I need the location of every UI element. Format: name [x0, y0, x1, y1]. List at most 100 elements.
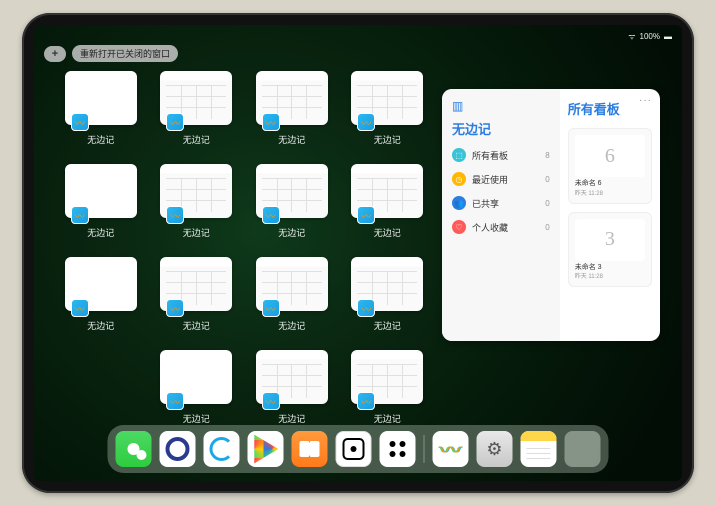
dock-app-clover[interactable]	[380, 431, 416, 467]
freeform-app-icon	[166, 113, 184, 131]
window-thumbnail[interactable]	[65, 257, 137, 311]
sidebar-item-count: 8	[545, 151, 549, 160]
dock-app-settings[interactable]: ⚙	[477, 431, 513, 467]
sidebar-item-icon: ◷	[452, 172, 466, 186]
switcher-cell[interactable]: 无边记	[351, 71, 425, 146]
window-label: 无边记	[87, 226, 114, 239]
freeform-app-icon	[262, 206, 280, 224]
window-label: 无边记	[374, 412, 401, 425]
board-thumbnail: 6	[575, 135, 645, 177]
dock: ⚙	[108, 425, 609, 473]
window-label: 无边记	[183, 319, 210, 332]
freeform-boards-panel: 所有看板 6 未命名 6 昨天 11:283 未命名 3 昨天 11:28	[560, 89, 660, 341]
switcher-cell[interactable]: 无边记	[64, 71, 138, 146]
dock-app-dot[interactable]	[336, 431, 372, 467]
sidebar-toggle-icon[interactable]: ▥	[452, 99, 550, 113]
window-label: 无边记	[278, 226, 305, 239]
switcher-cell[interactable]: 无边记	[160, 71, 234, 146]
window-thumbnail[interactable]	[256, 71, 328, 125]
freeform-app-icon	[262, 299, 280, 317]
board-card[interactable]: 6 未命名 6 昨天 11:28	[568, 128, 652, 204]
top-bar: + 重新打开已关闭的窗口	[44, 45, 178, 62]
freeform-app-icon	[357, 206, 375, 224]
sidebar-item-icon: ⬚	[452, 148, 466, 162]
board-name: 未命名 6	[575, 180, 645, 188]
sidebar-item-label: 已共享	[472, 197, 539, 210]
reopen-closed-window-button[interactable]: 重新打开已关闭的窗口	[72, 45, 178, 62]
switcher-cell[interactable]: 无边记	[255, 350, 329, 425]
board-time: 昨天 11:28	[575, 271, 645, 280]
window-thumbnail[interactable]	[160, 164, 232, 218]
window-thumbnail[interactable]	[256, 164, 328, 218]
dock-app-quark[interactable]	[160, 431, 196, 467]
dock-app-multi[interactable]	[565, 431, 601, 467]
sidebar-item[interactable]: ♡ 个人收藏 0	[452, 220, 550, 234]
freeform-app-icon	[166, 299, 184, 317]
window-thumbnail[interactable]	[160, 257, 232, 311]
window-thumbnail[interactable]	[351, 350, 423, 404]
window-thumbnail[interactable]	[256, 350, 328, 404]
window-thumbnail[interactable]	[65, 164, 137, 218]
sidebar-item-label: 所有看板	[472, 149, 539, 162]
switcher-cell[interactable]: 无边记	[160, 257, 234, 332]
battery-icon: ▬	[664, 32, 672, 41]
more-icon[interactable]: ···	[639, 95, 652, 106]
switcher-cell[interactable]: 无边记	[351, 164, 425, 239]
status-bar: ᯤ 100% ▬	[34, 29, 682, 43]
switcher-cell[interactable]: 无边记	[160, 350, 234, 425]
window-label: 无边记	[278, 319, 305, 332]
freeform-app-icon	[71, 113, 89, 131]
switcher-cell[interactable]: 无边记	[255, 164, 329, 239]
freeform-app-icon	[262, 392, 280, 410]
sidebar-item-count: 0	[545, 223, 549, 232]
switcher-cell[interactable]: 无边记	[160, 164, 234, 239]
freeform-title: 无边记	[452, 119, 550, 138]
wifi-icon: ᯤ	[628, 31, 635, 42]
sidebar-item-label: 个人收藏	[472, 221, 539, 234]
sidebar-item-icon: ♡	[452, 220, 466, 234]
window-label: 无边记	[87, 133, 114, 146]
sidebar-item-icon: 👥	[452, 196, 466, 210]
dock-app-ali[interactable]	[204, 431, 240, 467]
freeform-app-icon	[166, 206, 184, 224]
window-thumbnail[interactable]	[65, 71, 137, 125]
switcher-cell[interactable]: 无边记	[351, 350, 425, 425]
window-label: 无边记	[183, 412, 210, 425]
freeform-window[interactable]: ··· ▥ 无边记 ⬚ 所有看板 8◷ 最近使用 0👥 已共享 0♡ 个人收藏 …	[442, 89, 660, 341]
dock-app-books[interactable]	[292, 431, 328, 467]
sidebar-item-count: 0	[545, 199, 549, 208]
board-thumbnail: 3	[575, 219, 645, 261]
switcher-cell[interactable]: 无边记	[351, 257, 425, 332]
dock-app-play[interactable]	[248, 431, 284, 467]
window-thumbnail[interactable]	[160, 71, 232, 125]
freeform-app-icon	[357, 299, 375, 317]
window-thumbnail[interactable]	[351, 257, 423, 311]
board-name: 未命名 3	[575, 264, 645, 272]
board-card[interactable]: 3 未命名 3 昨天 11:28	[568, 212, 652, 288]
sidebar-item-label: 最近使用	[472, 173, 539, 186]
dock-app-wechat[interactable]	[116, 431, 152, 467]
window-label: 无边记	[87, 319, 114, 332]
freeform-app-icon	[357, 113, 375, 131]
dock-app-notes[interactable]	[521, 431, 557, 467]
sidebar-item[interactable]: ⬚ 所有看板 8	[452, 148, 550, 162]
new-window-button[interactable]: +	[44, 46, 66, 62]
switcher-cell[interactable]: 无边记	[255, 257, 329, 332]
dock-app-freeform[interactable]	[433, 431, 469, 467]
app-switcher-grid: 无边记无边记无边记无边记无边记无边记无边记无边记无边记无边记无边记无边记无边记无…	[64, 71, 424, 425]
window-thumbnail[interactable]	[256, 257, 328, 311]
freeform-app-icon	[71, 206, 89, 224]
sidebar-item-count: 0	[545, 175, 549, 184]
switcher-cell[interactable]: 无边记	[255, 71, 329, 146]
window-label: 无边记	[183, 133, 210, 146]
window-label: 无边记	[183, 226, 210, 239]
switcher-cell[interactable]: 无边记	[64, 257, 138, 332]
battery-label: 100%	[640, 32, 660, 41]
window-thumbnail[interactable]	[160, 350, 232, 404]
sidebar-item[interactable]: ◷ 最近使用 0	[452, 172, 550, 186]
switcher-cell[interactable]: 无边记	[64, 164, 138, 239]
window-thumbnail[interactable]	[351, 164, 423, 218]
sidebar-item[interactable]: 👥 已共享 0	[452, 196, 550, 210]
window-thumbnail[interactable]	[351, 71, 423, 125]
screen: ᯤ 100% ▬ + 重新打开已关闭的窗口 无边记无边记无边记无边记无边记无边记…	[34, 25, 682, 481]
